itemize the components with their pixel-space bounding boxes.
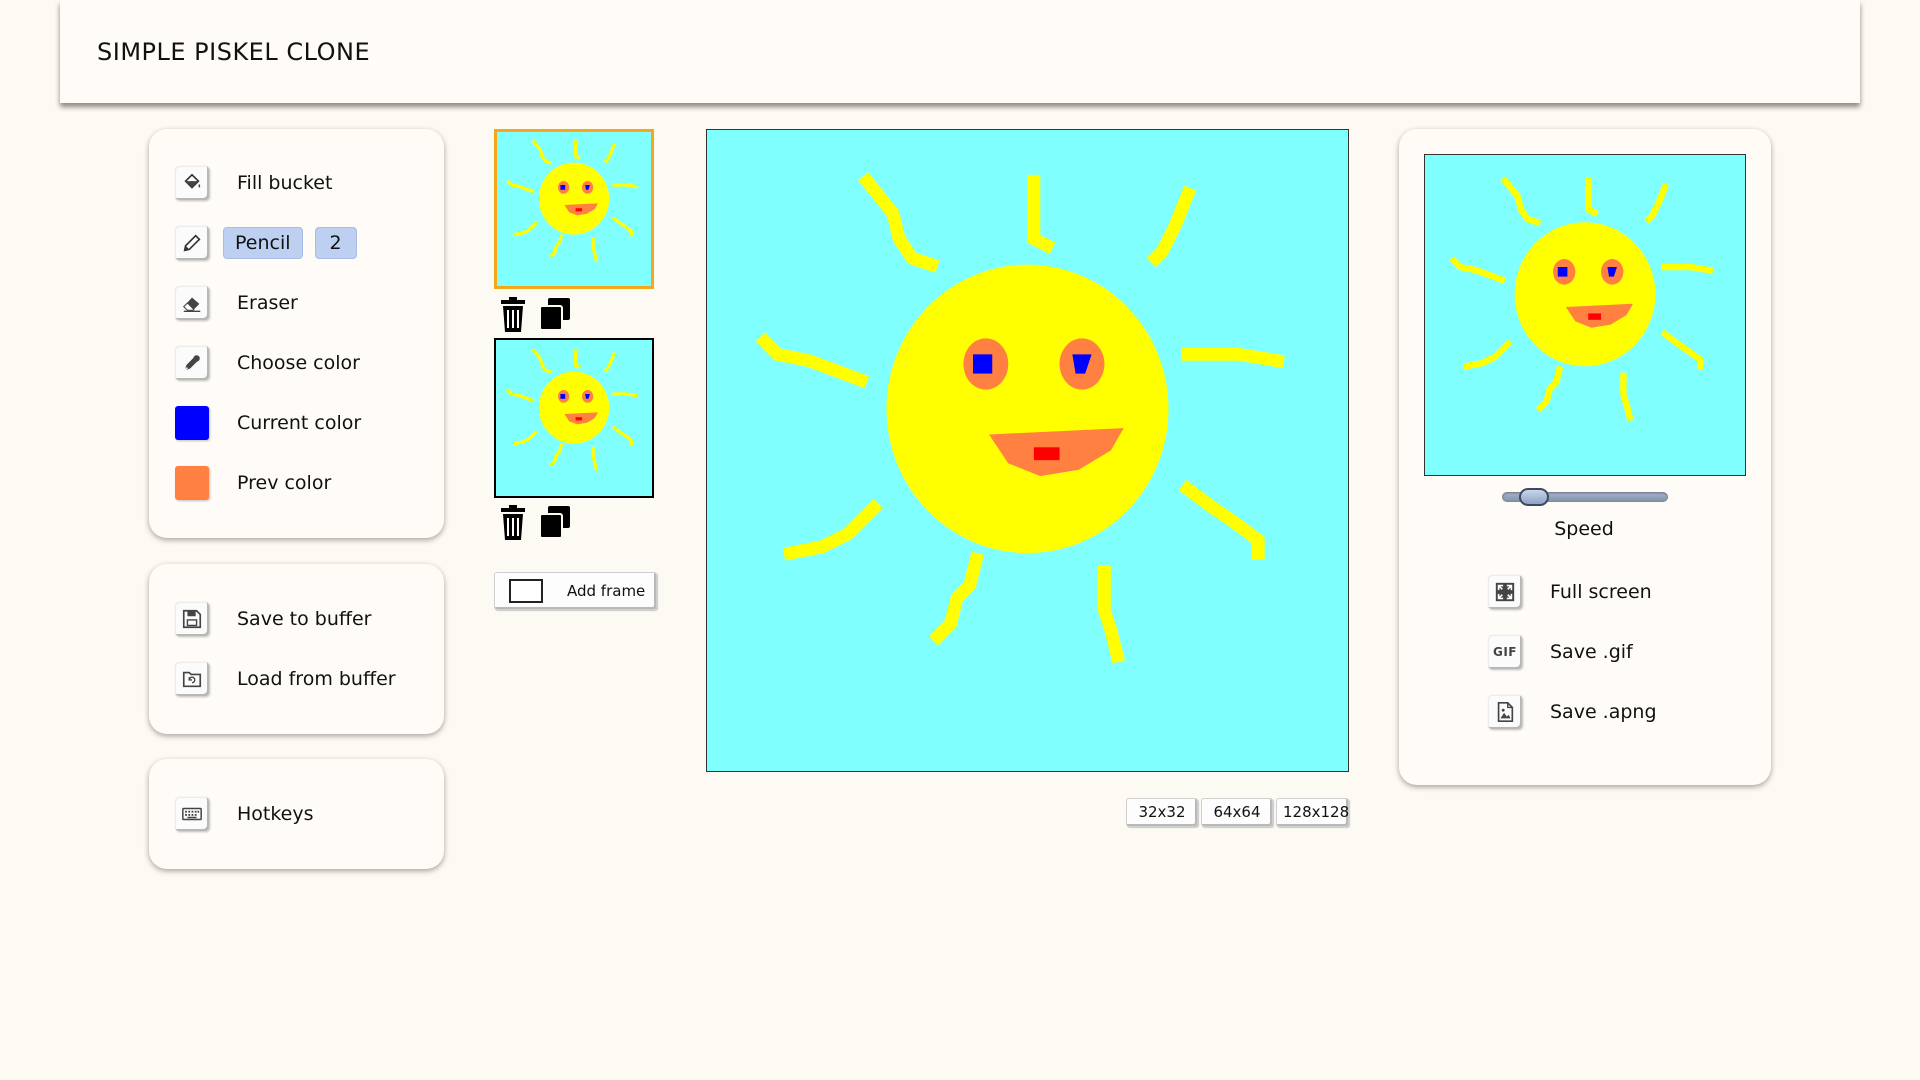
pencil-size[interactable]: 2 — [314, 227, 357, 259]
keyboard-icon[interactable] — [175, 797, 209, 831]
app-title: SIMPLE PISKEL CLONE — [97, 38, 371, 66]
animation-preview — [1424, 154, 1746, 476]
size-128-button[interactable]: 128x128 — [1276, 798, 1349, 827]
save-gif-label: Save .gif — [1550, 641, 1633, 663]
gif-icon[interactable]: GIF — [1488, 635, 1522, 669]
frame-2-sun-image — [494, 338, 654, 498]
full-screen-button[interactable]: Full screen — [1488, 572, 1652, 612]
hotkeys-button[interactable]: Hotkeys — [175, 794, 314, 834]
load-icon[interactable] — [175, 662, 209, 696]
fill-bucket-icon[interactable] — [175, 166, 209, 200]
load-from-buffer-button[interactable]: Load from buffer — [175, 659, 396, 699]
eyedropper-icon[interactable] — [175, 346, 209, 380]
frame-2-tools — [496, 504, 572, 542]
current-color-row[interactable]: Current color — [175, 403, 361, 443]
current-color-label: Current color — [237, 412, 362, 434]
trash-icon[interactable] — [496, 504, 530, 542]
full-screen-label: Full screen — [1550, 581, 1652, 603]
fullscreen-icon[interactable] — [1488, 575, 1522, 609]
current-color-swatch[interactable] — [175, 406, 209, 440]
tools-panel: Fill bucket Pencil 2 Eraser Choose color… — [149, 129, 444, 538]
frame-thumbnail-1[interactable] — [494, 129, 654, 289]
eraser-icon[interactable] — [175, 286, 209, 320]
save-to-buffer-label: Save to buffer — [237, 608, 372, 630]
frame-1-tools — [496, 296, 572, 334]
frame-thumbnail-2[interactable] — [494, 338, 654, 498]
duplicate-icon[interactable] — [538, 296, 572, 334]
preview-sun-image — [1425, 155, 1745, 475]
save-gif-button[interactable]: GIF Save .gif — [1488, 632, 1633, 672]
save-to-buffer-button[interactable]: Save to buffer — [175, 599, 371, 639]
size-64-button[interactable]: 64x64 — [1201, 798, 1273, 827]
choose-color-label: Choose color — [237, 352, 360, 374]
fill-bucket-label: Fill bucket — [237, 172, 333, 194]
choose-color-tool[interactable]: Choose color — [175, 343, 360, 383]
drawing-canvas[interactable] — [706, 129, 1349, 772]
speed-label: Speed — [1554, 518, 1614, 540]
pencil-label[interactable]: Pencil — [223, 227, 303, 259]
fill-bucket-tool[interactable]: Fill bucket — [175, 163, 332, 203]
pencil-tool[interactable]: Pencil 2 — [175, 223, 357, 263]
frame-outline-icon — [509, 579, 543, 603]
eraser-label: Eraser — [237, 292, 298, 314]
size-32-button[interactable]: 32x32 — [1126, 798, 1198, 827]
save-icon[interactable] — [175, 602, 209, 636]
prev-color-swatch[interactable] — [175, 466, 209, 500]
buffer-panel: Save to buffer Load from buffer — [149, 564, 444, 734]
canvas-sun-image — [707, 130, 1348, 771]
image-file-icon[interactable] — [1488, 695, 1522, 729]
add-frame-button[interactable]: Add frame — [494, 572, 657, 610]
load-from-buffer-label: Load from buffer — [237, 668, 396, 690]
app-header: SIMPLE PISKEL CLONE — [60, 0, 1860, 103]
pencil-icon[interactable] — [175, 226, 209, 260]
trash-icon[interactable] — [496, 296, 530, 334]
hotkeys-panel: Hotkeys — [149, 759, 444, 869]
eraser-tool[interactable]: Eraser — [175, 283, 298, 323]
frame-1-sun-image — [494, 129, 654, 289]
hotkeys-label: Hotkeys — [237, 803, 314, 825]
prev-color-label: Prev color — [237, 472, 332, 494]
add-frame-label: Add frame — [567, 582, 646, 600]
duplicate-icon[interactable] — [538, 504, 572, 542]
speed-slider-knob[interactable] — [1518, 488, 1549, 506]
save-apng-label: Save .apng — [1550, 701, 1657, 723]
save-apng-button[interactable]: Save .apng — [1488, 692, 1657, 732]
prev-color-row[interactable]: Prev color — [175, 463, 331, 503]
